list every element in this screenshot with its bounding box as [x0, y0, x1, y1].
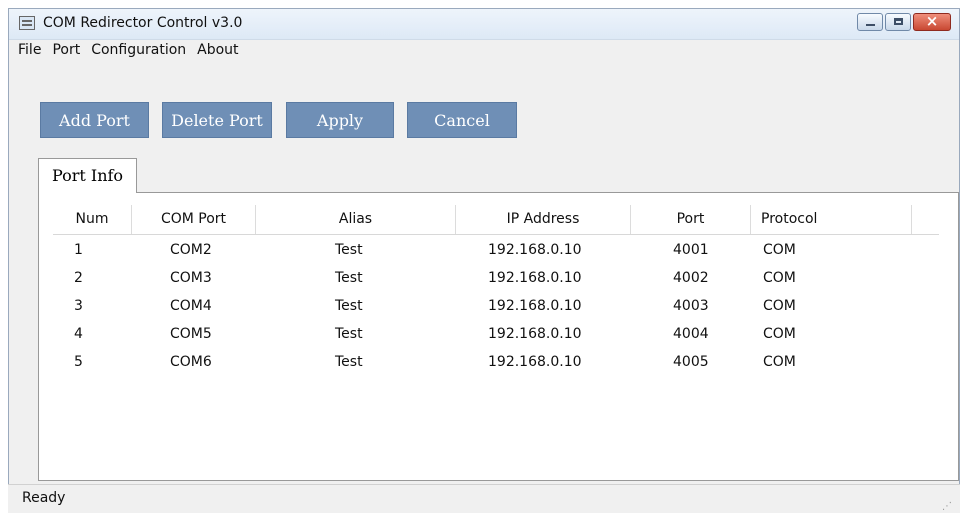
title-bar[interactable]: COM Redirector Control v3.0 ×: [9, 9, 959, 40]
cell-alias: Test: [335, 298, 363, 314]
cell-ip-address: 192.168.0.10: [488, 242, 582, 258]
menu-port[interactable]: Port: [43, 40, 80, 64]
cell-alias: Test: [335, 270, 363, 286]
table-row[interactable]: 1 COM2 Test 192.168.0.10 4001 COM: [53, 236, 939, 264]
cell-port: 4002: [673, 270, 709, 286]
minimize-button[interactable]: [857, 13, 883, 31]
cell-port: 4003: [673, 298, 709, 314]
cell-port: 4004: [673, 326, 709, 342]
cell-ip-address: 192.168.0.10: [488, 326, 582, 342]
column-header-protocol[interactable]: Protocol: [751, 205, 912, 234]
menu-about[interactable]: About: [188, 40, 238, 64]
cell-num: 2: [74, 270, 83, 286]
delete-port-button[interactable]: Delete Port: [162, 102, 272, 138]
column-header-num[interactable]: Num: [53, 205, 132, 234]
cell-protocol: COM: [763, 354, 796, 370]
app-window: COM Redirector Control v3.0 × File Port …: [8, 8, 960, 513]
table-row[interactable]: 3 COM4 Test 192.168.0.10 4003 COM: [53, 292, 939, 320]
cell-num: 4: [74, 326, 83, 342]
window-controls: ×: [855, 12, 951, 31]
menu-configuration[interactable]: Configuration: [82, 40, 186, 64]
apply-button[interactable]: Apply: [286, 102, 394, 138]
column-header-filler: [912, 205, 939, 234]
cell-alias: Test: [335, 242, 363, 258]
cell-com-port: COM2: [170, 242, 212, 258]
cell-protocol: COM: [763, 270, 796, 286]
cell-port: 4001: [673, 242, 709, 258]
cell-port: 4005: [673, 354, 709, 370]
cell-alias: Test: [335, 354, 363, 370]
cell-protocol: COM: [763, 326, 796, 342]
app-icon: [19, 16, 35, 30]
cell-com-port: COM5: [170, 326, 212, 342]
cell-num: 1: [74, 242, 83, 258]
add-port-button[interactable]: Add Port: [40, 102, 149, 138]
cell-ip-address: 192.168.0.10: [488, 354, 582, 370]
column-header-ip-address[interactable]: IP Address: [456, 205, 631, 234]
menu-bar: File Port Configuration About: [9, 40, 241, 64]
menu-file[interactable]: File: [9, 40, 41, 64]
cell-com-port: COM4: [170, 298, 212, 314]
cell-com-port: COM6: [170, 354, 212, 370]
status-text: Ready: [22, 490, 66, 506]
cancel-button[interactable]: Cancel: [407, 102, 517, 138]
cell-num: 5: [74, 354, 83, 370]
cell-num: 3: [74, 298, 83, 314]
cell-ip-address: 192.168.0.10: [488, 298, 582, 314]
table-header: Num COM Port Alias IP Address Port Proto…: [53, 205, 939, 235]
close-icon: ×: [925, 12, 939, 30]
cell-com-port: COM3: [170, 270, 212, 286]
maximize-button[interactable]: [885, 13, 911, 31]
column-header-com-port[interactable]: COM Port: [132, 205, 256, 234]
cell-protocol: COM: [763, 242, 796, 258]
cell-ip-address: 192.168.0.10: [488, 270, 582, 286]
resize-grip-icon[interactable]: [942, 500, 952, 512]
minimize-icon: [866, 24, 875, 26]
table-row[interactable]: 4 COM5 Test 192.168.0.10 4004 COM: [53, 320, 939, 348]
table-row[interactable]: 2 COM3 Test 192.168.0.10 4002 COM: [53, 264, 939, 292]
status-bar: Ready: [8, 484, 960, 513]
cell-protocol: COM: [763, 298, 796, 314]
close-button[interactable]: ×: [913, 12, 951, 31]
window-title: COM Redirector Control v3.0: [43, 15, 243, 31]
port-info-panel: Num COM Port Alias IP Address Port Proto…: [38, 192, 959, 481]
cell-alias: Test: [335, 326, 363, 342]
table-row[interactable]: 5 COM6 Test 192.168.0.10 4005 COM: [53, 348, 939, 376]
column-header-alias[interactable]: Alias: [256, 205, 456, 234]
maximize-icon: [894, 18, 903, 25]
column-header-port[interactable]: Port: [631, 205, 751, 234]
tab-port-info[interactable]: Port Info: [38, 158, 137, 193]
